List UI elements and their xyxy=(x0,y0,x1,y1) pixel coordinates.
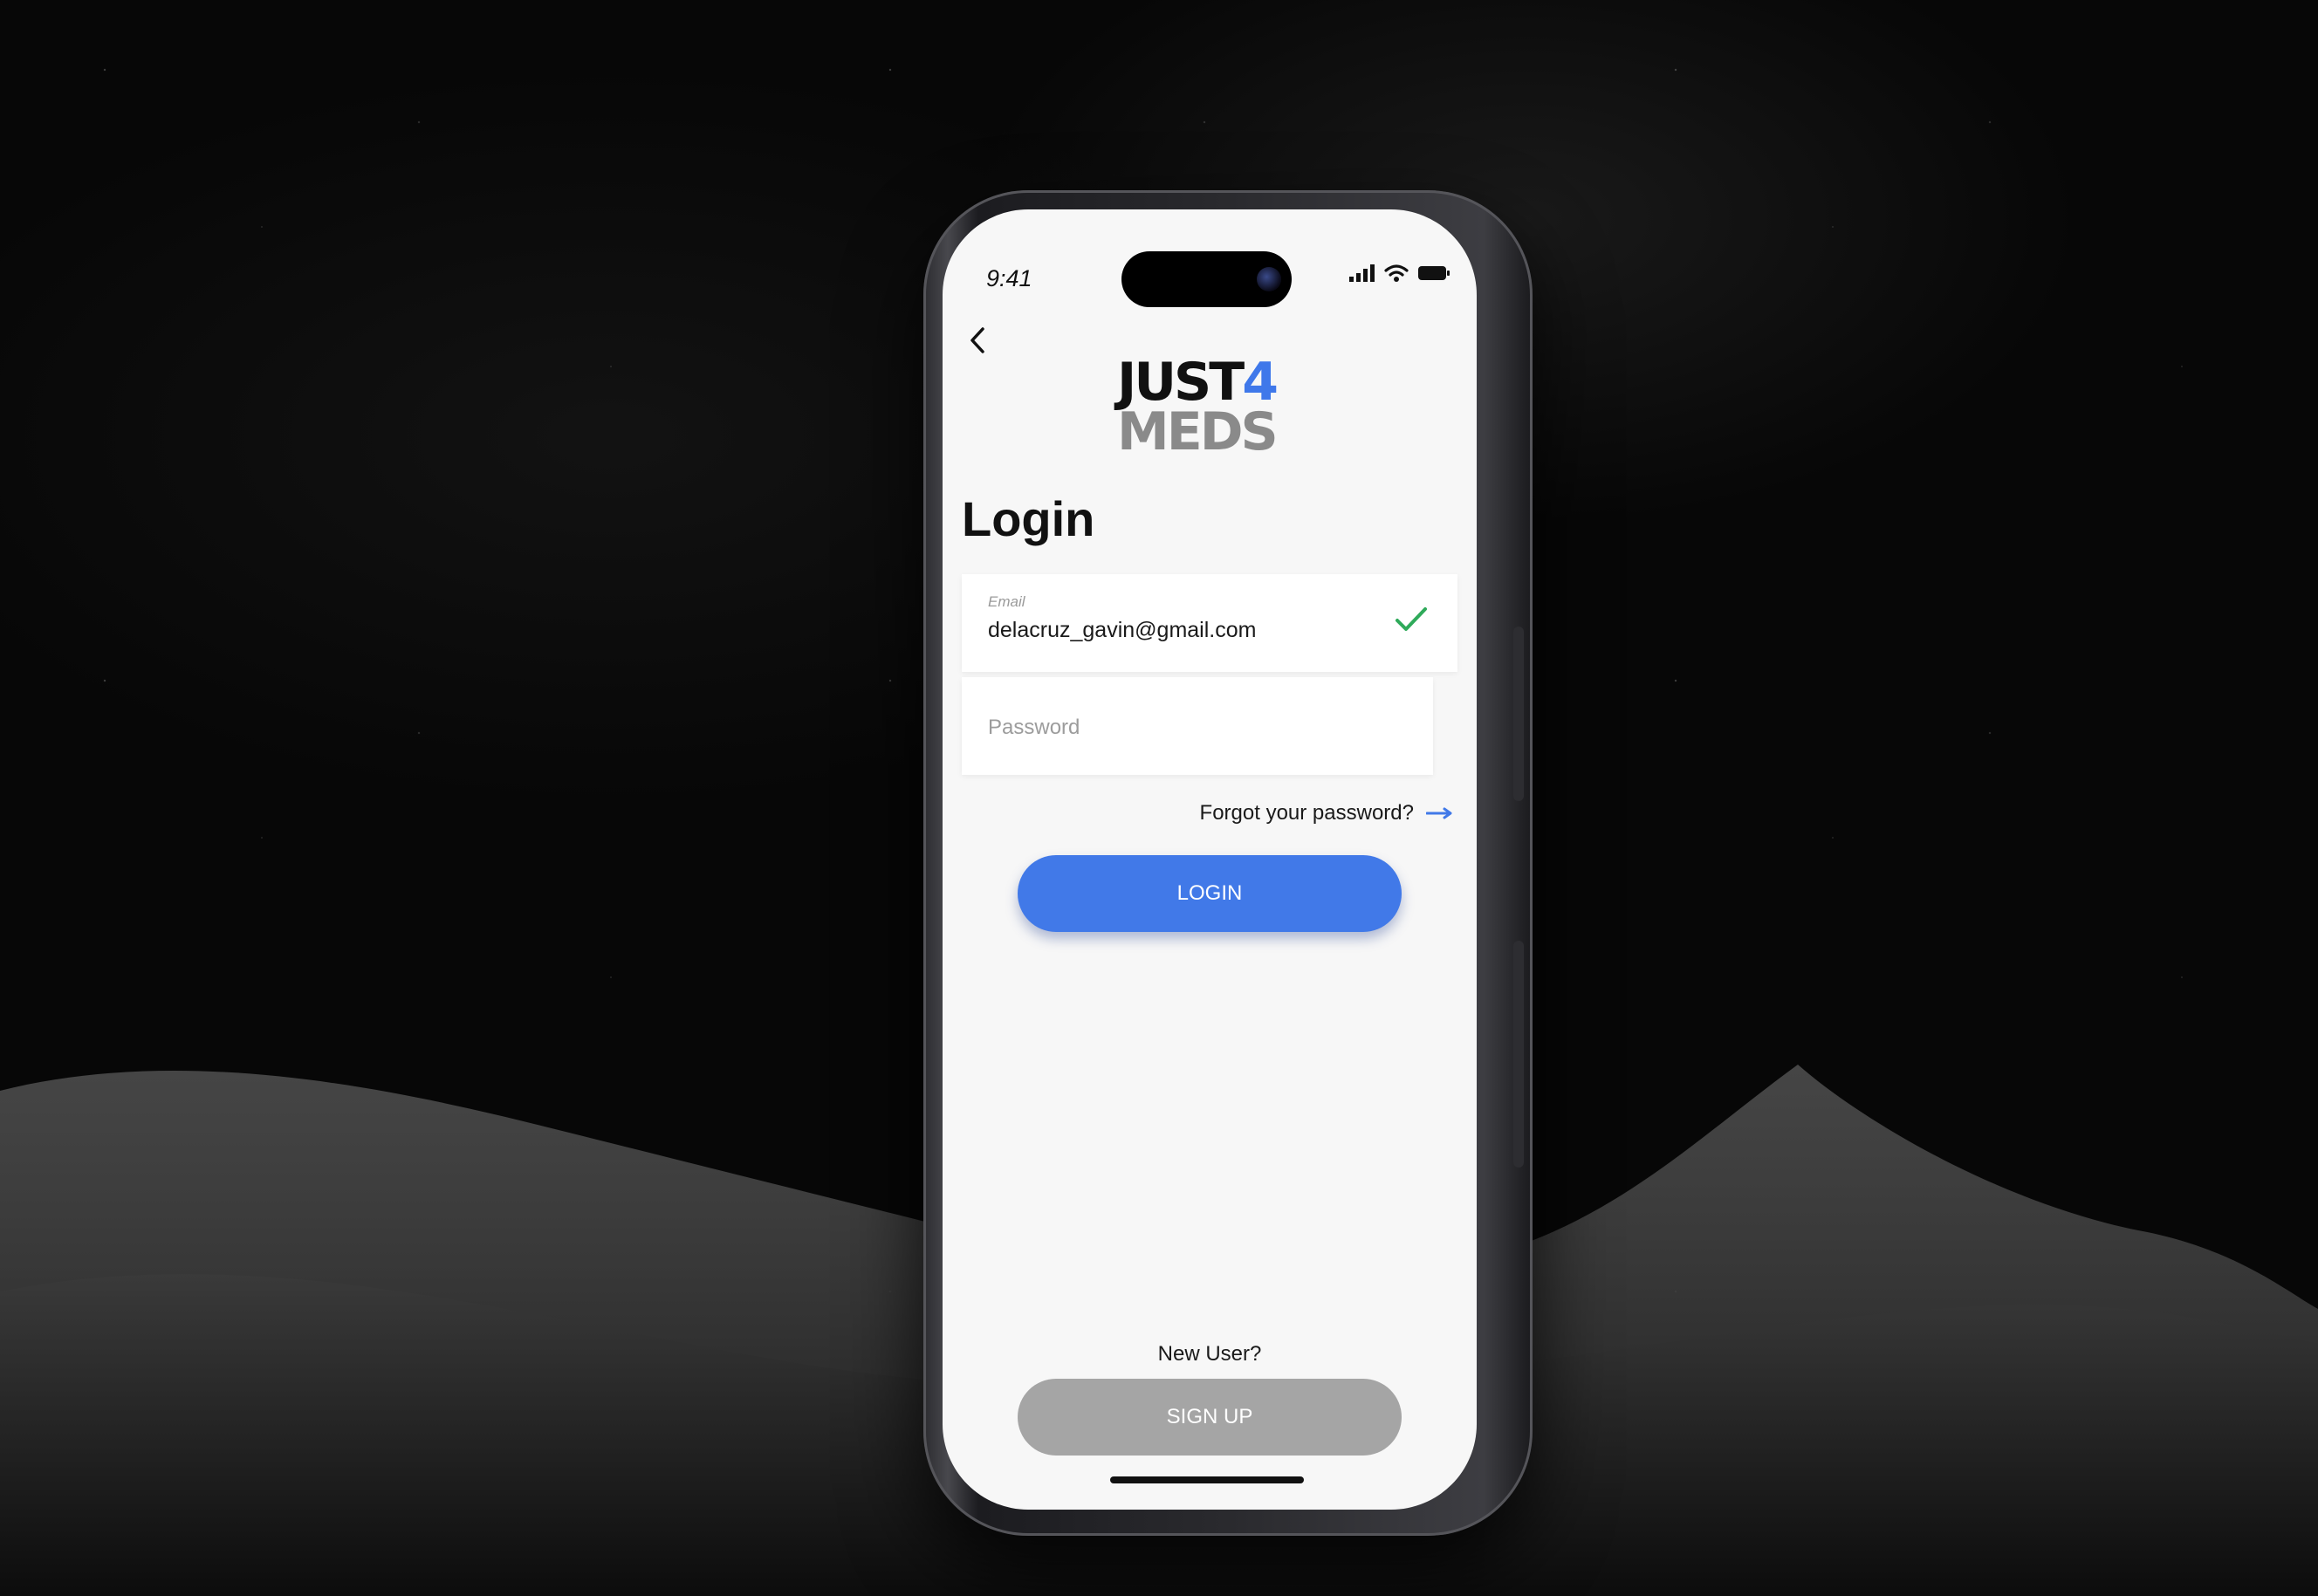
volume-button xyxy=(1513,941,1524,1168)
forgot-password-label: Forgot your password? xyxy=(1199,801,1414,825)
phone-mockup: 9:41 JUST4 MEDS Login Email delacruz_gav… xyxy=(923,190,1533,1536)
status-time: 9:41 xyxy=(986,265,1032,291)
power-button xyxy=(1513,627,1524,801)
home-indicator[interactable] xyxy=(1110,1476,1304,1483)
chevron-left-icon xyxy=(970,327,984,353)
camera-icon xyxy=(1257,267,1281,291)
email-label: Email xyxy=(988,593,1025,610)
backdrop: 9:41 JUST4 MEDS Login Email delacruz_gav… xyxy=(0,0,2318,1596)
status-icons xyxy=(1349,264,1450,283)
dynamic-island xyxy=(1121,251,1292,307)
app-screen: 9:41 JUST4 MEDS Login Email delacruz_gav… xyxy=(943,209,1477,1510)
back-button[interactable] xyxy=(960,323,995,358)
sign-up-button[interactable]: SIGN UP xyxy=(1018,1379,1402,1456)
arrow-right-icon xyxy=(1426,807,1452,819)
forgot-password-link[interactable]: Forgot your password? xyxy=(1200,801,1452,825)
logo-line-1: JUST4 xyxy=(1117,356,1318,408)
password-placeholder: Password xyxy=(988,716,1080,739)
email-value: delacruz_gavin@gmail.com xyxy=(988,618,1257,642)
signal-icon xyxy=(1349,264,1375,282)
password-field[interactable]: Password xyxy=(962,677,1433,775)
new-user-label: New User? xyxy=(1157,1342,1262,1366)
page-title: Login xyxy=(962,491,1095,546)
logo-word-meds: MEDS xyxy=(1117,401,1279,462)
app-logo: JUST4 MEDS xyxy=(1117,356,1318,462)
email-field[interactable]: Email delacruz_gavin@gmail.com xyxy=(962,574,1457,672)
battery-icon xyxy=(1418,266,1450,280)
checkmark-icon xyxy=(1396,607,1427,631)
wifi-icon xyxy=(1384,264,1409,282)
login-button[interactable]: LOGIN xyxy=(1018,855,1402,932)
